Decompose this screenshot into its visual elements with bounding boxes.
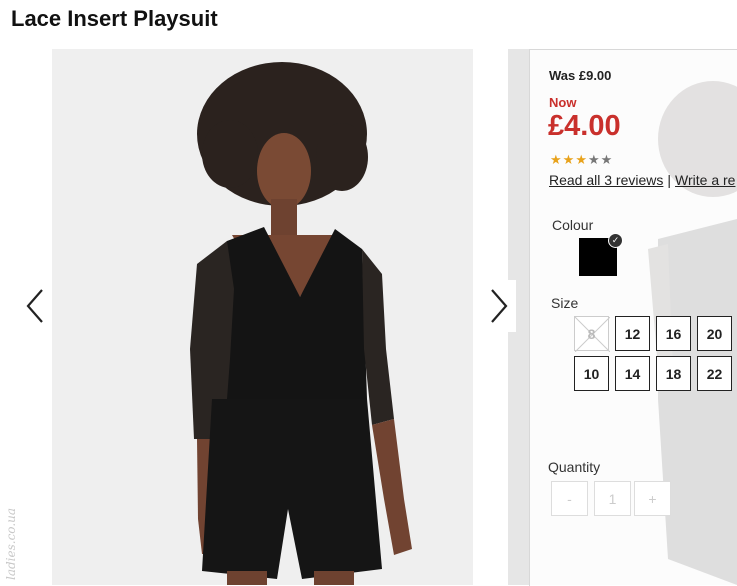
star-empty-icon: ★ (600, 152, 614, 167)
check-icon: ✓ (608, 233, 623, 248)
chevron-left-icon (26, 289, 43, 323)
star-rating: ★★★★★ (550, 152, 613, 168)
next-image-button[interactable] (482, 280, 516, 332)
product-title: Lace Insert Playsuit (11, 6, 218, 31)
chevron-right-icon (491, 289, 508, 323)
reviews-separator: | (667, 172, 672, 188)
size-label: Size (551, 295, 579, 311)
was-price: Was £9.00 (549, 68, 612, 83)
star-empty-icon: ★ (587, 152, 601, 167)
site-watermark: ladies.co.ua (4, 507, 18, 580)
size-option-14[interactable]: 14 (615, 356, 650, 391)
size-option-22[interactable]: 22 (697, 356, 732, 391)
now-label: Now (549, 95, 577, 110)
size-option-8: 8 (574, 316, 610, 352)
write-review-link[interactable]: Write a re (675, 172, 735, 188)
star-filled-icon: ★ (550, 152, 563, 167)
colour-label: Colour (552, 217, 594, 233)
star-filled-icon: ★ (575, 152, 588, 167)
size-option-20[interactable]: 20 (697, 316, 732, 351)
product-options-panel: Was £9.00 Now £4.00 ★★★★★ Read all 3 rev… (529, 49, 737, 586)
star-filled-icon: ★ (562, 152, 576, 167)
reviews-links: Read all 3 reviews | Write a re (549, 172, 735, 188)
size-option-18[interactable]: 18 (656, 356, 691, 391)
quantity-increase-button[interactable]: + (634, 481, 671, 516)
size-option-12[interactable]: 12 (615, 316, 650, 351)
quantity-input[interactable]: 1 (594, 481, 631, 516)
quantity-decrease-button[interactable]: - (551, 481, 588, 516)
previous-image-button[interactable] (18, 280, 52, 332)
size-option-16[interactable]: 16 (656, 316, 691, 351)
read-reviews-link[interactable]: Read all 3 reviews (549, 172, 663, 188)
size-option-10[interactable]: 10 (574, 356, 609, 391)
product-main-image (52, 49, 473, 585)
quantity-label: Quantity (548, 459, 601, 475)
current-price: £4.00 (548, 110, 621, 142)
